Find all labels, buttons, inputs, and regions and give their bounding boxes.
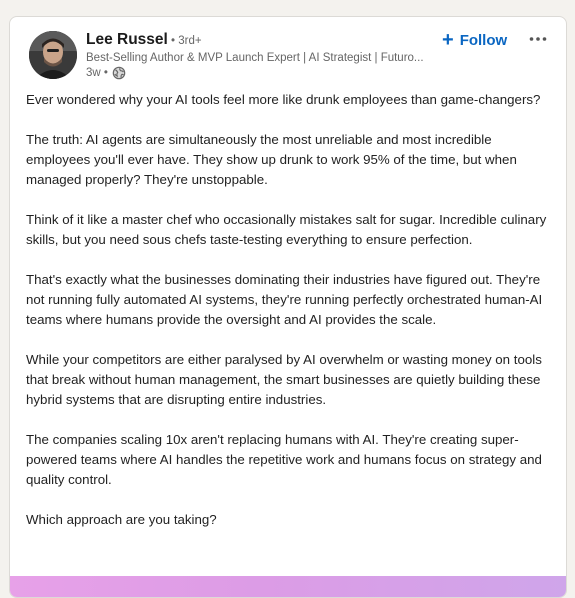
more-options-button[interactable] [524, 27, 552, 51]
post-paragraph: While your competitors are either paraly… [26, 352, 542, 407]
post-paragraph: The companies scaling 10x aren't replaci… [26, 432, 542, 487]
author-name[interactable]: Lee Russel [86, 31, 168, 48]
post-text: Ever wondered why your AI tools feel mor… [26, 90, 554, 550]
more-options-icon [529, 37, 547, 41]
author-name-row: Lee Russel • 3rd+ [86, 30, 202, 51]
author-headline: Best-Selling Author & MVP Launch Expert … [86, 52, 424, 64]
post-media-preview[interactable] [10, 576, 566, 597]
post-paragraph: Think of it like a master chef who occas… [26, 212, 547, 247]
post-card: Lee Russel • 3rd+ Best-Selling Author & … [9, 16, 567, 598]
avatar[interactable] [29, 31, 77, 79]
plus-icon: + [442, 29, 454, 51]
post-time: 3w • [86, 67, 108, 79]
post-meta: 3w • [86, 65, 126, 81]
avatar-photo [29, 31, 77, 79]
post-paragraph: Ever wondered why your AI tools feel mor… [26, 92, 541, 107]
post-paragraph: The truth: AI agents are simultaneously … [26, 132, 517, 187]
post-paragraph: That's exactly what the businesses domin… [26, 272, 543, 327]
connection-degree: • 3rd+ [167, 35, 202, 47]
follow-label: Follow [459, 31, 508, 49]
globe-icon [112, 66, 126, 80]
post-paragraph: Which approach are you taking? [26, 512, 217, 527]
follow-button[interactable]: + Follow [442, 28, 507, 52]
